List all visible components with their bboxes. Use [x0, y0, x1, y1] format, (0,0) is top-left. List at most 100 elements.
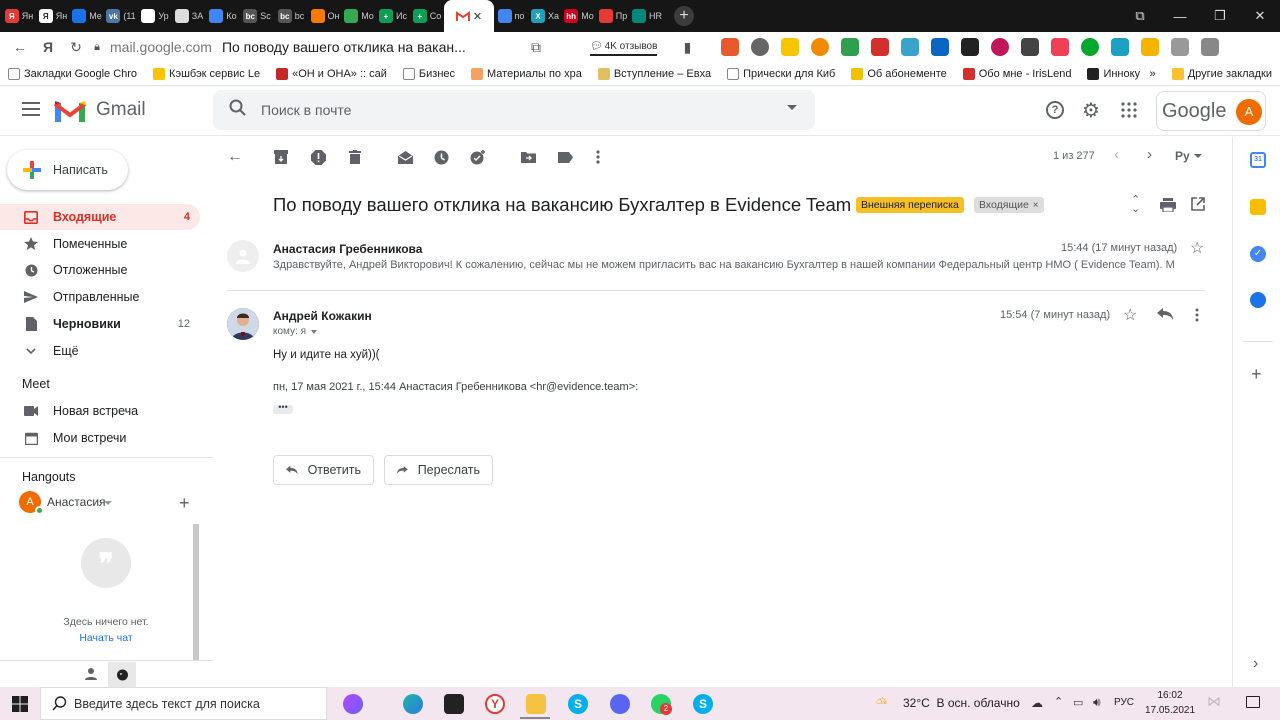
more-options-icon[interactable]	[589, 148, 607, 166]
extension-gift-icon[interactable]	[721, 38, 740, 56]
sidebar-item-5[interactable]: Ещё	[0, 338, 200, 364]
calendar-app-icon[interactable]: 31	[1250, 152, 1266, 168]
url-title[interactable]: По поводу вашего отклика на вакан...	[222, 39, 492, 55]
search-box[interactable]: Поиск в почте	[213, 90, 815, 130]
expand-side-panel-icon[interactable]: ›	[1253, 655, 1258, 673]
start-chat-link[interactable]: Начать чат	[16, 632, 196, 644]
sidebar-item-1[interactable]: Помеченные	[0, 231, 200, 257]
windows-start-icon[interactable]	[12, 696, 28, 715]
main-menu-icon[interactable]	[22, 102, 40, 116]
hangouts-user[interactable]: А Анастасия +	[19, 491, 199, 515]
sidebar-item-2[interactable]: Отложенные	[0, 257, 200, 283]
extension-puzzle-icon[interactable]	[1171, 38, 1190, 56]
browser-tab[interactable]: Он	[308, 0, 342, 32]
label-inbox[interactable]: Входящие ×	[974, 197, 1044, 213]
maximize-icon[interactable]: ❐	[1200, 8, 1240, 24]
bookmark-item[interactable]: Об абонементе	[851, 67, 947, 80]
extension-orange-icon[interactable]	[811, 38, 830, 56]
extension-battery-icon[interactable]	[1141, 38, 1160, 56]
tasks-app-icon[interactable]: ✓	[1250, 246, 1266, 262]
extension-e-icon[interactable]	[991, 38, 1010, 56]
help-icon[interactable]: ?	[1046, 101, 1064, 119]
close-tab-icon[interactable]: ✕	[473, 10, 482, 23]
show-trimmed-content-button[interactable]: •••	[273, 403, 293, 414]
notifications-icon[interactable]	[1246, 696, 1260, 708]
network-icon[interactable]: ▭	[1073, 696, 1083, 709]
contacts-app-icon[interactable]	[1250, 292, 1266, 308]
url-host[interactable]: mail.google.com	[110, 39, 212, 55]
snooze-icon[interactable]	[432, 148, 450, 166]
bookmark-item[interactable]: Закладки Google Chro	[8, 67, 137, 80]
expand-all-icon[interactable]: ⌃ ⌄	[1131, 195, 1140, 215]
yandex-browser-icon[interactable]: Y	[485, 694, 505, 714]
browser-tab[interactable]: Ме	[70, 0, 104, 32]
volume-icon[interactable]: 🔊︎	[1093, 695, 1101, 710]
remove-label-icon[interactable]: ×	[1033, 200, 1039, 211]
browser-tab[interactable]: Я Ян	[36, 0, 70, 32]
bookmark-item[interactable]: Материалы по хра	[471, 67, 582, 80]
reply-icon[interactable]	[1157, 308, 1173, 323]
other-bookmarks[interactable]: Другие закладки	[1171, 67, 1272, 80]
browser-tab[interactable]: hh Мо	[562, 0, 596, 32]
extension-lines-icon[interactable]	[961, 38, 980, 56]
browser-tab[interactable]: HR	[630, 0, 664, 32]
alice-assistant-icon[interactable]	[343, 694, 363, 714]
browser-tab[interactable]: X Ха	[528, 0, 562, 32]
tab-gmail-active[interactable]: ✕	[444, 0, 494, 32]
input-tools-dropdown[interactable]: Ру	[1175, 149, 1202, 163]
bookmark-item[interactable]: Инноку	[1087, 67, 1140, 80]
browser-tab[interactable]: + Со	[410, 0, 444, 32]
weather-icon[interactable]: ⛅︎	[876, 695, 887, 712]
bookmark-item[interactable]: Прически для Киб	[727, 67, 835, 80]
minimize-icon[interactable]: —	[1160, 9, 1200, 24]
archive-icon[interactable]	[272, 148, 290, 166]
apps-icon[interactable]	[1121, 102, 1137, 118]
evernote-icon[interactable]	[1081, 38, 1100, 56]
file-explorer-icon[interactable]	[526, 694, 546, 714]
sidebar-item-new-meeting[interactable]: Новая встреча	[0, 398, 200, 424]
show-hidden-icons[interactable]: ⌃	[1054, 695, 1063, 708]
browser-tab[interactable]: Ур	[138, 0, 172, 32]
yandex-icon[interactable]: Я	[34, 39, 62, 55]
store-icon[interactable]	[444, 694, 464, 714]
avatar[interactable]: А	[1236, 99, 1262, 125]
report-spam-icon[interactable]	[309, 148, 327, 166]
browser-tab[interactable]: bc bc	[274, 0, 308, 32]
clock-date[interactable]: 17.05.2021	[1140, 705, 1200, 716]
bookmark-item[interactable]: Кэшбэк сервис Le	[153, 67, 260, 80]
move-to-icon[interactable]	[519, 148, 537, 166]
reload-icon[interactable]: ↻	[62, 39, 90, 56]
new-tab-button[interactable]: +	[674, 6, 694, 26]
sidebar-item-3[interactable]: Отправленные	[0, 284, 200, 310]
discord-icon[interactable]	[610, 694, 630, 714]
weather-text[interactable]: 32°C В осн. облачно	[903, 696, 1020, 710]
recipient-line[interactable]: кому: я	[273, 326, 318, 337]
settings-icon[interactable]: ⚙	[1082, 98, 1100, 123]
sidebar-item-0[interactable]: Входящие 4	[0, 204, 200, 230]
browser-tab[interactable]: по	[494, 0, 528, 32]
sidebar-item-4[interactable]: Черновики 12	[0, 311, 200, 337]
chat-tab-icon[interactable]: "	[108, 662, 136, 688]
tab-search-icon[interactable]: ⧉	[1120, 8, 1160, 24]
forward-button[interactable]: Переслать	[384, 455, 493, 485]
add-to-tasks-icon[interactable]	[469, 148, 487, 166]
more-options-icon[interactable]	[1195, 308, 1199, 325]
extension-gear-icon[interactable]	[751, 38, 770, 56]
close-window-icon[interactable]: ✕	[1240, 8, 1280, 24]
keep-app-icon[interactable]	[1250, 199, 1266, 215]
compose-button[interactable]: Написать	[7, 150, 128, 190]
mark-unread-icon[interactable]	[396, 148, 414, 166]
extension-dark-icon[interactable]	[1021, 38, 1040, 56]
bookmark-item[interactable]: Обо мне - IrisLend	[962, 67, 1071, 80]
next-page-icon[interactable]: ›	[1147, 146, 1152, 163]
bookmark-icon[interactable]: ▮	[673, 39, 701, 56]
browser-tab[interactable]: Ко	[206, 0, 240, 32]
extension-green-icon[interactable]	[841, 38, 860, 56]
bookmark-item[interactable]: Вступление – Евха	[597, 67, 711, 80]
print-icon[interactable]	[1160, 198, 1176, 215]
browser-tab[interactable]: Мо	[342, 0, 376, 32]
search-input[interactable]: Поиск в почте	[261, 102, 351, 118]
browser-tab[interactable]: Я Ян	[2, 0, 36, 32]
extension-x-icon[interactable]	[1111, 38, 1130, 56]
label-icon[interactable]	[556, 148, 574, 166]
